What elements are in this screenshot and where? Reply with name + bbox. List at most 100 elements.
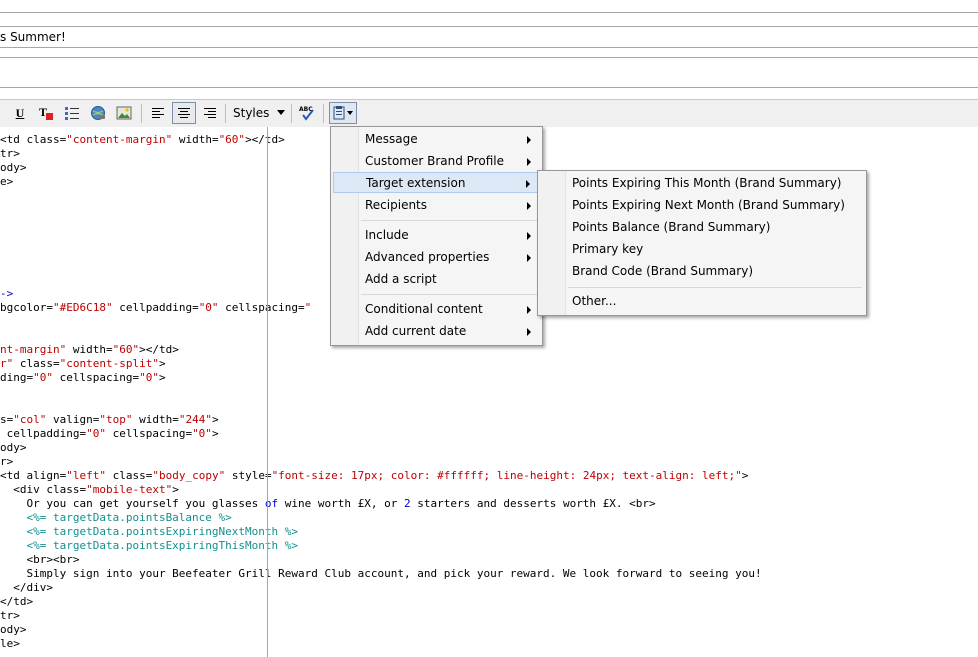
insert-link-button[interactable] [88, 102, 108, 124]
code-token: tr> [0, 147, 20, 160]
code-line: -> [0, 287, 13, 301]
code-token: r> [0, 455, 14, 468]
menu-separator [568, 287, 862, 288]
align-left-icon [152, 108, 164, 118]
menu-item-label: Customer Brand Profile [365, 154, 504, 168]
code-token: nt-margin" [0, 343, 67, 356]
code-token: cellpadding= [112, 301, 199, 314]
code-line: nt-margin" width="60"></td> [0, 343, 179, 357]
field-border [0, 87, 978, 88]
code-line: e> [0, 175, 13, 189]
code-line: Simply sign into your Beefeater Grill Re… [0, 567, 762, 581]
submenu-item-brand-code[interactable]: Brand Code (Brand Summary) [540, 261, 864, 282]
align-right-button[interactable] [200, 102, 220, 124]
chevron-right-icon [527, 202, 531, 210]
menu-item-customer-brand-profile[interactable]: Customer Brand Profile [333, 151, 540, 172]
chevron-down-icon [347, 111, 353, 115]
code-line: ding="0" cellspacing="0"> [0, 371, 166, 385]
code-token: "60" [218, 133, 246, 146]
menu-item-label: Brand Code (Brand Summary) [572, 264, 754, 278]
subject-input[interactable]: s Summer! [0, 27, 978, 47]
target-extension-submenu: Points Expiring This Month (Brand Summar… [537, 170, 867, 316]
code-line: Or you can get yourself you glasses of w… [0, 497, 655, 511]
code-token: "60" [112, 343, 140, 356]
underline-button[interactable]: U [10, 102, 30, 124]
code-line: <%= targetData.pointsExpiringThisMonth %… [0, 539, 298, 553]
code-token: class= [13, 357, 60, 370]
code-token: ></td> [245, 133, 285, 146]
chevron-right-icon [527, 232, 531, 240]
code-token: "0" [139, 371, 159, 384]
code-token: "0" [198, 301, 219, 314]
code-token: r" [0, 357, 14, 370]
code-line: le> [0, 637, 20, 651]
menu-item-message[interactable]: Message [333, 129, 540, 150]
align-center-button[interactable] [172, 102, 196, 124]
text-color-button[interactable]: T [36, 102, 56, 124]
code-token: "mobile-text" [86, 483, 173, 496]
code-line: ody> [0, 623, 27, 637]
menu-item-label: Other... [572, 294, 617, 308]
code-token: <td align= [0, 469, 67, 482]
code-token: > [172, 483, 179, 496]
submenu-item-primary-key[interactable]: Primary key [540, 239, 864, 260]
submenu-item-points-expiring-this-month[interactable]: Points Expiring This Month (Brand Summar… [540, 173, 864, 194]
top-border [0, 12, 978, 13]
code-token: bgcolor= [0, 301, 53, 314]
globe-link-icon [91, 106, 105, 120]
spellcheck-button[interactable]: ABC [296, 102, 318, 124]
code-token: -> [0, 287, 14, 300]
code-token: > [211, 413, 219, 426]
code-line: s="col" valign="top" width="244"> [0, 413, 219, 427]
code-token: "0" [192, 427, 212, 440]
code-token: </td> [0, 595, 34, 608]
code-token: "244" [178, 413, 212, 426]
insert-image-button[interactable] [114, 102, 134, 124]
menu-item-label: Conditional content [365, 302, 483, 316]
code-line: tr> [0, 147, 20, 161]
chevron-right-icon [527, 136, 531, 144]
styles-dropdown[interactable]: Styles [227, 102, 287, 124]
code-token: cellspacing= [105, 427, 193, 440]
code-token: <%= targetData.pointsExpiringThisMonth %… [0, 539, 299, 552]
submenu-item-points-expiring-next-month[interactable]: Points Expiring Next Month (Brand Summar… [540, 195, 864, 216]
underline-icon: U [15, 105, 25, 120]
menu-item-advanced-properties[interactable]: Advanced properties [333, 247, 540, 268]
code-token: ody> [0, 441, 27, 454]
styles-label: Styles [233, 106, 270, 120]
chevron-down-icon [277, 110, 285, 115]
code-line: <td class="content-margin" width="60"></… [0, 133, 285, 147]
menu-item-add-a-script[interactable]: Add a script [333, 269, 540, 290]
code-token: width= [66, 343, 113, 356]
submenu-item-points-balance[interactable]: Points Balance (Brand Summary) [540, 217, 864, 238]
code-token: <div class= [0, 483, 87, 496]
code-token: "content-margin" [66, 133, 173, 146]
chevron-right-icon [527, 306, 531, 314]
code-token: Simply sign into your Beefeater Grill Re… [0, 567, 762, 580]
code-token: </div> [0, 581, 53, 594]
code-token: width= [132, 413, 179, 426]
code-line: </div> [0, 581, 53, 595]
toolbar-separator [323, 104, 324, 123]
code-line: r> [0, 455, 13, 469]
menu-item-target-extension[interactable]: Target extension [333, 172, 540, 193]
code-token: "#ED6C18" [52, 301, 113, 314]
code-token: ding= [0, 371, 34, 384]
menu-item-recipients[interactable]: Recipients [333, 195, 540, 216]
toolbar-separator [225, 104, 226, 123]
menu-item-label: Points Expiring This Month (Brand Summar… [572, 176, 842, 190]
insert-personalization-button[interactable] [329, 102, 357, 124]
code-line: bgcolor="#ED6C18" cellpadding="0" cellsp… [0, 301, 311, 315]
menu-item-include[interactable]: Include [333, 225, 540, 246]
menu-item-conditional-content[interactable]: Conditional content [333, 299, 540, 320]
menu-item-add-current-date[interactable]: Add current date [333, 321, 540, 342]
editor-toolbar: U T Styles ABC [0, 99, 978, 128]
svg-text:T: T [39, 105, 47, 119]
code-line: tr> [0, 609, 20, 623]
bullet-list-button[interactable] [62, 102, 82, 124]
align-left-button[interactable] [148, 102, 168, 124]
submenu-item-other[interactable]: Other... [540, 291, 864, 312]
menu-item-label: Points Expiring Next Month (Brand Summar… [572, 198, 845, 212]
code-token: "col" [13, 413, 47, 426]
code-token: <td class= [0, 133, 67, 146]
